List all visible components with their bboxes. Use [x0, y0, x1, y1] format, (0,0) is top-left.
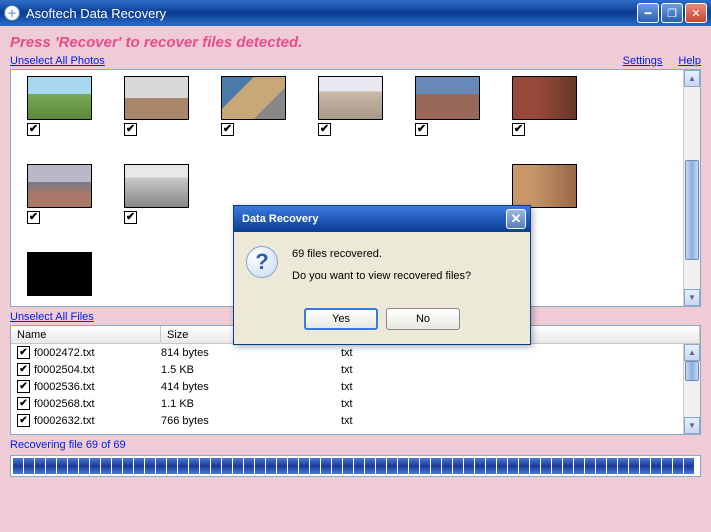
file-ext: txt — [341, 347, 521, 359]
settings-link[interactable]: Settings — [623, 55, 663, 67]
file-name: f0002536.txt — [34, 381, 161, 393]
file-checkbox[interactable]: ✔ — [17, 363, 30, 376]
minimize-button[interactable]: ━ — [637, 3, 659, 23]
photo-thumb[interactable]: ✔ — [124, 76, 189, 136]
dialog-titlebar: Data Recovery ✕ — [234, 206, 530, 232]
photo-thumb[interactable]: ✔ — [512, 76, 577, 136]
photo-thumb[interactable] — [27, 252, 92, 296]
file-checkbox[interactable]: ✔ — [17, 397, 30, 410]
photo-checkbox[interactable]: ✔ — [27, 211, 40, 224]
photo-checkbox[interactable]: ✔ — [415, 123, 428, 136]
file-scrollbar[interactable]: ▲ ▼ — [683, 344, 700, 434]
status-text: Recovering file 69 of 69 — [10, 439, 701, 451]
yes-button[interactable]: Yes — [304, 308, 378, 330]
instruction-text: Press 'Recover' to recover files detecte… — [10, 34, 701, 51]
unselect-files-link[interactable]: Unselect All Files — [10, 311, 94, 323]
close-button[interactable]: ✕ — [685, 3, 707, 23]
column-header-name[interactable]: Name — [11, 326, 161, 343]
photo-scrollbar[interactable]: ▲ ▼ — [683, 70, 700, 306]
file-row[interactable]: ✔ f0002504.txt1.5 KBtxt — [11, 361, 700, 378]
file-size: 414 bytes — [161, 381, 341, 393]
photo-checkbox[interactable]: ✔ — [512, 123, 525, 136]
photo-checkbox[interactable]: ✔ — [221, 123, 234, 136]
file-row[interactable]: ✔ f0002632.txt766 bytestxt — [11, 412, 700, 429]
scroll-thumb[interactable] — [685, 160, 699, 260]
photo-checkbox[interactable]: ✔ — [318, 123, 331, 136]
file-checkbox[interactable]: ✔ — [17, 414, 30, 427]
maximize-button[interactable]: ❐ — [661, 3, 683, 23]
file-size: 1.5 KB — [161, 364, 341, 376]
scroll-thumb[interactable] — [685, 361, 699, 381]
scroll-down-button[interactable]: ▼ — [684, 289, 700, 306]
dialog-title: Data Recovery — [238, 213, 506, 225]
no-button[interactable]: No — [386, 308, 460, 330]
app-title: Asoftech Data Recovery — [26, 6, 637, 21]
file-ext: txt — [341, 415, 521, 427]
file-ext: txt — [341, 381, 521, 393]
photo-checkbox[interactable]: ✔ — [124, 211, 137, 224]
question-icon: ? — [246, 246, 278, 278]
photo-checkbox[interactable]: ✔ — [124, 123, 137, 136]
titlebar: + Asoftech Data Recovery ━ ❐ ✕ — [0, 0, 711, 26]
file-name: f0002632.txt — [34, 415, 161, 427]
file-size: 1.1 KB — [161, 398, 341, 410]
photo-thumb[interactable]: ✔ — [221, 76, 286, 136]
unselect-photos-link[interactable]: Unselect All Photos — [10, 55, 105, 67]
file-checkbox[interactable]: ✔ — [17, 346, 30, 359]
file-size: 814 bytes — [161, 347, 341, 359]
photo-thumb[interactable]: ✔ — [318, 76, 383, 136]
dialog-close-button[interactable]: ✕ — [506, 209, 526, 229]
file-row[interactable]: ✔ f0002536.txt414 bytestxt — [11, 378, 700, 395]
file-row[interactable]: ✔ f0002568.txt1.1 KBtxt — [11, 395, 700, 412]
app-icon: + — [4, 5, 20, 21]
recovery-dialog: Data Recovery ✕ ? 69 files recovered. Do… — [233, 205, 531, 345]
scroll-up-button[interactable]: ▲ — [684, 344, 700, 361]
dialog-message-2: Do you want to view recovered files? — [292, 270, 518, 282]
help-link[interactable]: Help — [678, 55, 701, 67]
scroll-up-button[interactable]: ▲ — [684, 70, 700, 87]
scroll-down-button[interactable]: ▼ — [684, 417, 700, 434]
file-name: f0002504.txt — [34, 364, 161, 376]
photo-checkbox[interactable]: ✔ — [27, 123, 40, 136]
photo-thumb[interactable]: ✔ — [27, 164, 92, 224]
file-size: 766 bytes — [161, 415, 341, 427]
file-name: f0002472.txt — [34, 347, 161, 359]
file-checkbox[interactable]: ✔ — [17, 380, 30, 393]
file-ext: txt — [341, 364, 521, 376]
file-ext: txt — [341, 398, 521, 410]
progress-bar — [10, 455, 701, 477]
photo-thumb[interactable]: ✔ — [124, 164, 189, 224]
photo-thumb[interactable]: ✔ — [27, 76, 92, 136]
file-name: f0002568.txt — [34, 398, 161, 410]
dialog-message-1: 69 files recovered. — [292, 248, 518, 260]
file-row[interactable]: ✔ f0002472.txt814 bytestxt — [11, 344, 700, 361]
photo-thumb[interactable]: ✔ — [415, 76, 480, 136]
